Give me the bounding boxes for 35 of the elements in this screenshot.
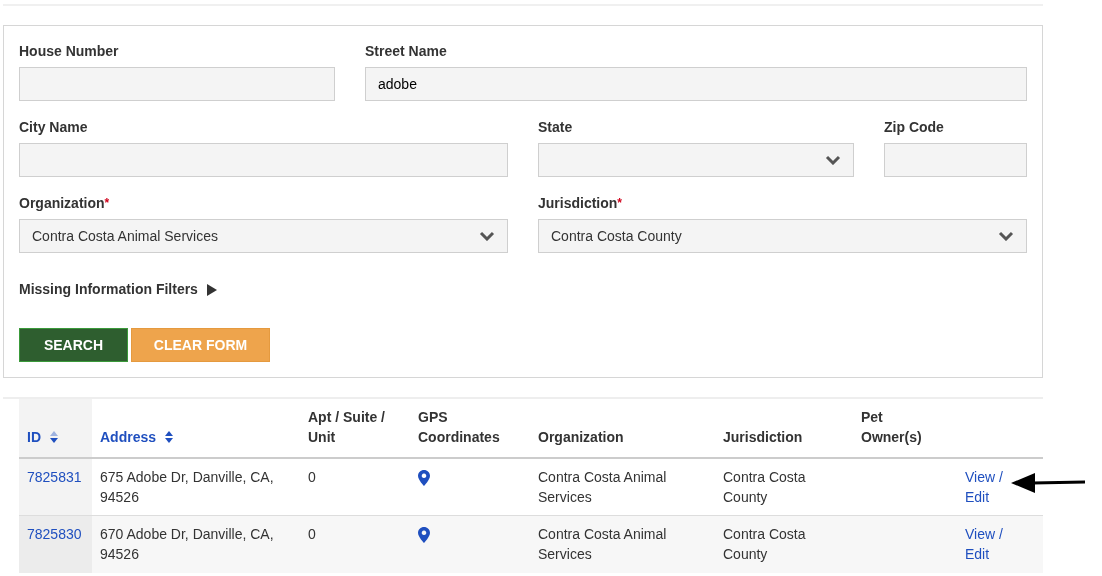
jurisdiction-text: Contra Costa County: [723, 469, 806, 505]
select-field[interactable]: Contra Costa County: [538, 219, 1027, 253]
input-field[interactable]: [19, 143, 508, 177]
input-field[interactable]: adobe: [365, 67, 1027, 101]
field-label: House Number: [19, 42, 120, 61]
chevron-down-icon: [825, 155, 841, 165]
field-label: Zip Code: [884, 118, 945, 137]
search-button[interactable]: SEARCH: [19, 328, 128, 362]
column-header: Jurisdiction: [723, 428, 803, 447]
column-header: Organization: [538, 428, 624, 447]
address-text: 675 Adobe Dr, Danville, CA, 94526: [100, 469, 274, 505]
view-edit-link[interactable]: View / Edit: [965, 467, 1010, 507]
chevron-down-icon: [998, 231, 1014, 241]
field-label: Organization*: [19, 194, 111, 213]
apt-text: 0: [308, 469, 316, 485]
chevron-down-icon: [479, 231, 495, 241]
input-field[interactable]: [884, 143, 1027, 177]
filters-toggle[interactable]: Missing Information Filters: [19, 279, 198, 300]
column-header: Apt / Suite / Unit: [308, 408, 386, 447]
address-text: 670 Adobe Dr, Danville, CA, 94526: [100, 526, 274, 562]
apt-text: 0: [308, 526, 316, 542]
field-label: State: [538, 118, 574, 137]
organization-text: Contra Costa Animal Services: [538, 526, 667, 562]
field-label: Street Name: [365, 42, 448, 61]
column-header: Pet Owner(s): [861, 408, 923, 447]
column-header: GPS Coordinates: [418, 408, 501, 447]
column-sort-header[interactable]: Address: [100, 427, 175, 447]
column-sort-header[interactable]: ID: [27, 427, 59, 447]
field-label: City Name: [19, 118, 89, 137]
input-field[interactable]: [19, 67, 335, 101]
organization-text: Contra Costa Animal Services: [538, 469, 667, 505]
jurisdiction-text: Contra Costa County: [723, 526, 806, 562]
select-field[interactable]: [538, 143, 854, 177]
field-label: Jurisdiction*: [538, 194, 624, 213]
select-field[interactable]: Contra Costa Animal Services: [19, 219, 508, 253]
